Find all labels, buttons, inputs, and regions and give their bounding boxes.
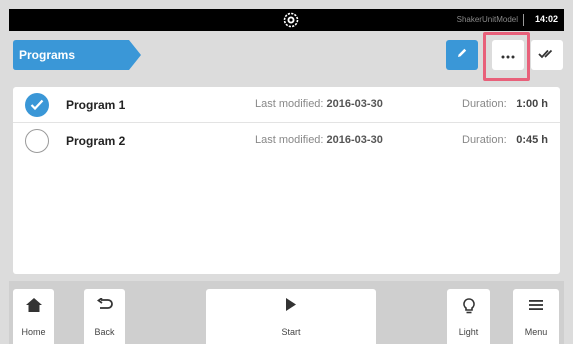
- radio-selected[interactable]: [25, 93, 49, 117]
- bottom-bar: Home Back Start Light Menu: [9, 281, 564, 344]
- device-model: ShakerUnitModel: [456, 15, 518, 24]
- menu-button[interactable]: Menu: [513, 289, 559, 344]
- breadcrumb[interactable]: Programs: [13, 40, 141, 70]
- menu-label: Menu: [524, 327, 548, 337]
- list-item[interactable]: Program 1 Last modified: 2016-03-30 Dura…: [13, 87, 560, 123]
- clock: 14:02: [534, 14, 558, 24]
- pencil-icon: [456, 46, 468, 64]
- modified-label: Last modified:: [255, 134, 324, 146]
- home-icon: [25, 298, 42, 317]
- light-button[interactable]: Light: [447, 289, 490, 344]
- more-options-button[interactable]: [492, 40, 524, 70]
- double-check-icon: [538, 46, 556, 64]
- home-button[interactable]: Home: [13, 289, 54, 344]
- radio-unselected[interactable]: [25, 129, 49, 153]
- program-name: Program 1: [66, 98, 126, 112]
- select-button[interactable]: [531, 40, 563, 70]
- duration-value: 1:00 h: [516, 98, 548, 110]
- status-divider: [523, 14, 524, 26]
- start-button[interactable]: Start: [206, 289, 376, 344]
- breadcrumb-label: Programs: [19, 48, 76, 62]
- toolbar: Programs: [9, 31, 564, 81]
- duration-value: 0:45 h: [516, 134, 548, 146]
- duration-label: Duration:: [462, 98, 507, 110]
- light-label: Light: [458, 327, 479, 337]
- modified-date: 2016-03-30: [326, 134, 383, 146]
- start-label: Start: [281, 327, 301, 337]
- modified-info: Last modified: 2016-03-30: [255, 134, 383, 146]
- back-label: Back: [94, 327, 115, 337]
- duration-label: Duration:: [462, 134, 507, 146]
- list-item[interactable]: Program 2 Last modified: 2016-03-30 Dura…: [13, 123, 560, 159]
- program-list: Program 1 Last modified: 2016-03-30 Dura…: [13, 87, 560, 274]
- program-name: Program 2: [66, 134, 126, 148]
- home-label: Home: [21, 327, 46, 337]
- ellipsis-icon: [501, 46, 515, 64]
- gear-logo-icon: [283, 12, 299, 28]
- play-icon: [285, 298, 297, 316]
- edit-button[interactable]: [446, 40, 478, 70]
- hamburger-icon: [528, 298, 544, 316]
- back-button[interactable]: Back: [84, 289, 125, 344]
- status-bar: ShakerUnitModel 14:02: [9, 9, 564, 31]
- modified-label: Last modified:: [255, 98, 324, 110]
- lightbulb-icon: [462, 298, 475, 319]
- modified-date: 2016-03-30: [326, 98, 383, 110]
- back-arrow-icon: [96, 297, 113, 317]
- modified-info: Last modified: 2016-03-30: [255, 98, 383, 110]
